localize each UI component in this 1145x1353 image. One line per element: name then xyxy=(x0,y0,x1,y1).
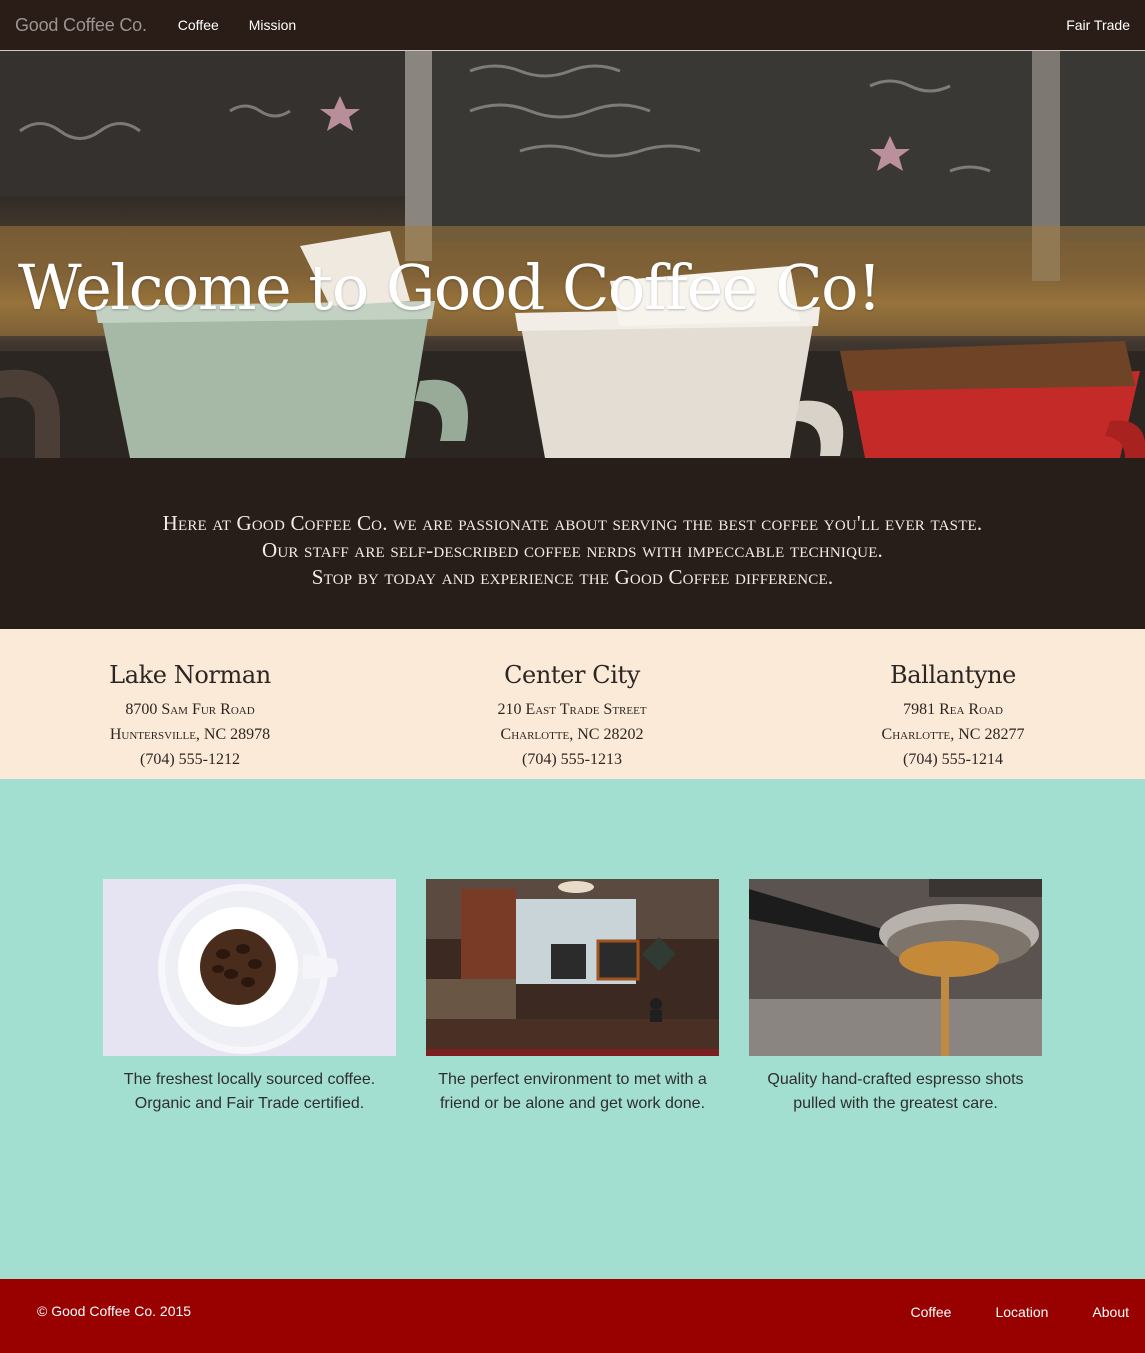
feature-caption: The perfect environment to met with a fr… xyxy=(426,1068,719,1116)
nav-link-mission[interactable]: Mission xyxy=(234,17,311,33)
top-navbar: Good Coffee Co. Coffee Mission Fair Trad… xyxy=(0,0,1145,51)
nav-link-fair-trade[interactable]: Fair Trade xyxy=(1066,17,1130,33)
location-phone[interactable]: (704) 555-1213 xyxy=(422,747,722,772)
feature-caption-line: Organic and Fair Trade certified. xyxy=(134,1095,365,1112)
location-ballantyne: Ballantyne 7981 Rea Road Charlotte, NC 2… xyxy=(803,661,1103,772)
espresso-pour-image xyxy=(749,879,1042,1056)
feature-caption-line: The perfect environment to met with a xyxy=(438,1071,707,1088)
location-street: 7981 Rea Road xyxy=(903,701,1003,718)
footer-link-location[interactable]: Location xyxy=(995,1304,1048,1320)
brand-logo[interactable]: Good Coffee Co. xyxy=(15,15,147,36)
location-phone[interactable]: (704) 555-1212 xyxy=(40,747,340,772)
location-city: Charlotte, NC 28202 xyxy=(500,726,644,743)
intro-line-1: Here at Good Coffee Co. we are passionat… xyxy=(162,511,983,535)
footer-link-coffee[interactable]: Coffee xyxy=(910,1304,951,1320)
location-street: 210 East Trade Street xyxy=(497,701,647,718)
feature-caption-line: pulled with the greatest care. xyxy=(793,1095,998,1112)
feature-espresso: Quality hand-crafted espresso shots pull… xyxy=(749,879,1042,1116)
feature-caption-line: friend or be alone and get work done. xyxy=(439,1095,706,1112)
feature-environment: The perfect environment to met with a fr… xyxy=(426,879,719,1116)
location-lake-norman: Lake Norman 8700 Sam Fur Road Huntersvil… xyxy=(40,661,340,772)
cafe-interior-image xyxy=(426,879,719,1056)
location-name: Center City xyxy=(504,661,640,689)
feature-caption: The freshest locally sourced coffee. Org… xyxy=(103,1068,396,1116)
intro-line-2: Our staff are self-described coffee nerd… xyxy=(261,538,884,562)
feature-caption: Quality hand-crafted espresso shots pull… xyxy=(749,1068,1042,1116)
feature-caption-line: Quality hand-crafted espresso shots xyxy=(767,1071,1024,1088)
nav-links: Coffee Mission xyxy=(163,17,311,33)
copyright-text: © Good Coffee Co. 2015 xyxy=(37,1303,192,1319)
footer-links: Coffee Location About xyxy=(866,1304,1129,1320)
features-section: The freshest locally sourced coffee. Org… xyxy=(0,779,1145,1279)
location-city: Huntersville, NC 28978 xyxy=(109,726,271,743)
location-city: Charlotte, NC 28277 xyxy=(881,726,1025,743)
footer-link-about[interactable]: About xyxy=(1092,1304,1129,1320)
feature-fresh-coffee: The freshest locally sourced coffee. Org… xyxy=(103,879,396,1116)
location-name: Ballantyne xyxy=(890,661,1016,689)
locations-section: Lake Norman 8700 Sam Fur Road Huntersvil… xyxy=(0,629,1145,779)
intro-line-3: Stop by today and experience the Good Co… xyxy=(311,565,834,589)
intro-section: Here at Good Coffee Co. we are passionat… xyxy=(0,458,1145,629)
site-footer: © Good Coffee Co. 2015 Coffee Location A… xyxy=(0,1279,1145,1353)
location-center-city: Center City 210 East Trade Street Charlo… xyxy=(422,661,722,772)
hero-title: Welcome to Good Coffee Co! xyxy=(18,251,882,324)
feature-caption-line: The freshest locally sourced coffee. xyxy=(123,1071,376,1088)
hero-banner: Welcome to Good Coffee Co! xyxy=(0,51,1145,458)
coffee-beans-cup-image xyxy=(103,879,396,1056)
location-name: Lake Norman xyxy=(109,661,271,689)
nav-link-coffee[interactable]: Coffee xyxy=(163,17,234,33)
location-street: 8700 Sam Fur Road xyxy=(125,701,255,718)
location-phone[interactable]: (704) 555-1214 xyxy=(803,747,1103,772)
